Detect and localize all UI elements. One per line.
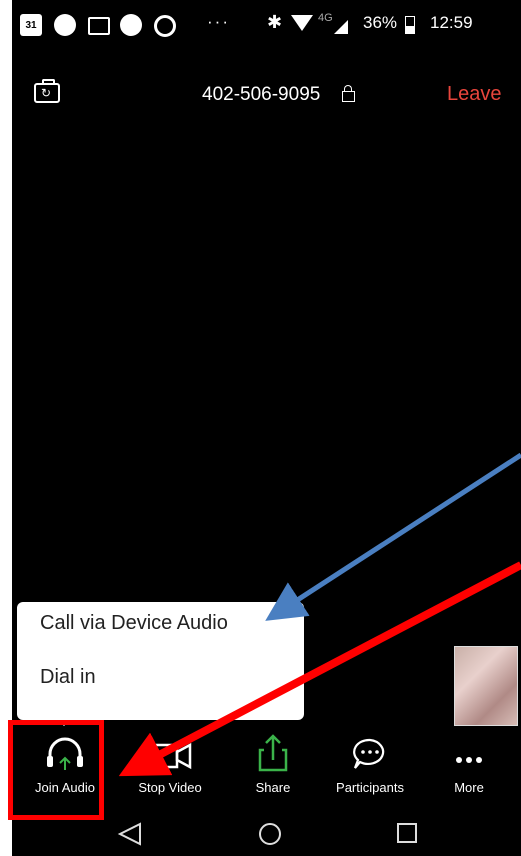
home-circle-icon[interactable] bbox=[259, 823, 281, 845]
share-button[interactable]: Share bbox=[238, 726, 308, 806]
stop-video-label: Stop Video bbox=[138, 780, 202, 795]
more-notifications-icon: ··· bbox=[207, 12, 230, 31]
battery-icon bbox=[405, 16, 415, 34]
join-audio-menu: Call via Device Audio Dial in bbox=[17, 602, 304, 726]
more-label: More bbox=[454, 780, 484, 795]
meeting-id: 402-506-9095 bbox=[202, 84, 321, 105]
more-button[interactable]: More bbox=[437, 726, 501, 806]
chrome-icon bbox=[154, 15, 176, 37]
network-type-label: 4G bbox=[318, 12, 333, 24]
share-icon bbox=[258, 734, 288, 772]
leave-button[interactable]: Leave bbox=[447, 83, 502, 106]
lock-icon bbox=[342, 85, 355, 102]
recents-square-icon[interactable] bbox=[397, 823, 417, 843]
participants-label: Participants bbox=[336, 780, 404, 795]
battery-percent: 36% bbox=[363, 13, 398, 32]
signal-icon bbox=[334, 20, 348, 34]
camera-switch-icon[interactable]: ↻ bbox=[34, 79, 60, 103]
video-camera-icon bbox=[147, 742, 192, 770]
stop-video-button[interactable]: Stop Video bbox=[122, 726, 218, 806]
call-via-device-audio-option[interactable]: Call via Device Audio bbox=[40, 612, 228, 635]
news-icon bbox=[54, 14, 76, 36]
back-triangle-icon[interactable] bbox=[117, 822, 141, 846]
dial-in-option[interactable]: Dial in bbox=[40, 666, 96, 689]
join-audio-highlight-box bbox=[8, 720, 104, 820]
chat-bubble-icon bbox=[353, 738, 385, 769]
bluetooth-icon: ✱ bbox=[267, 12, 283, 32]
wifi-icon bbox=[291, 15, 313, 31]
clock: 12:59 bbox=[430, 13, 473, 32]
participants-button[interactable]: Participants bbox=[322, 726, 418, 806]
ellipsis-icon bbox=[456, 757, 482, 763]
mail-icon bbox=[88, 17, 110, 35]
status-bar: 31 ··· ✱ 4G 36% 12:59 bbox=[12, 0, 521, 52]
news-icon bbox=[120, 14, 142, 36]
self-video-thumbnail[interactable] bbox=[454, 646, 518, 726]
calendar-icon: 31 bbox=[20, 14, 42, 36]
meeting-header: ↻ 402-506-9095 Leave bbox=[12, 75, 521, 115]
share-label: Share bbox=[255, 780, 291, 795]
